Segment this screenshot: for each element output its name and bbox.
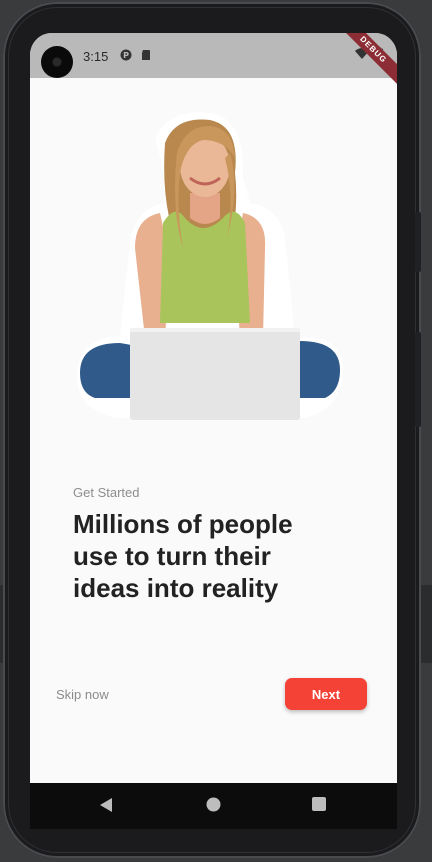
- volume-button: [415, 212, 421, 272]
- camera-icon: [41, 46, 73, 78]
- app-notification-icon: P: [120, 49, 132, 61]
- power-button: [415, 332, 421, 427]
- app-screen: 3:15 P DEBUG Get Started Millions of peo…: [30, 33, 397, 783]
- recents-square-icon[interactable]: [312, 797, 326, 811]
- svg-text:P: P: [123, 51, 129, 60]
- home-circle-icon[interactable]: [206, 797, 221, 812]
- system-navigation-bar: [30, 783, 397, 829]
- hero-illustration: [76, 112, 344, 420]
- status-time: 3:15: [83, 49, 109, 64]
- status-bar: 3:15 P DEBUG: [30, 33, 397, 87]
- next-button[interactable]: Next: [285, 678, 367, 710]
- onboarding-caption: Get Started: [73, 485, 140, 500]
- sd-card-icon: [142, 50, 150, 60]
- onboarding-headline: Millions of people use to turn their ide…: [73, 509, 293, 603]
- back-triangle-icon[interactable]: [99, 797, 113, 813]
- skip-now-button[interactable]: Skip now: [56, 687, 109, 702]
